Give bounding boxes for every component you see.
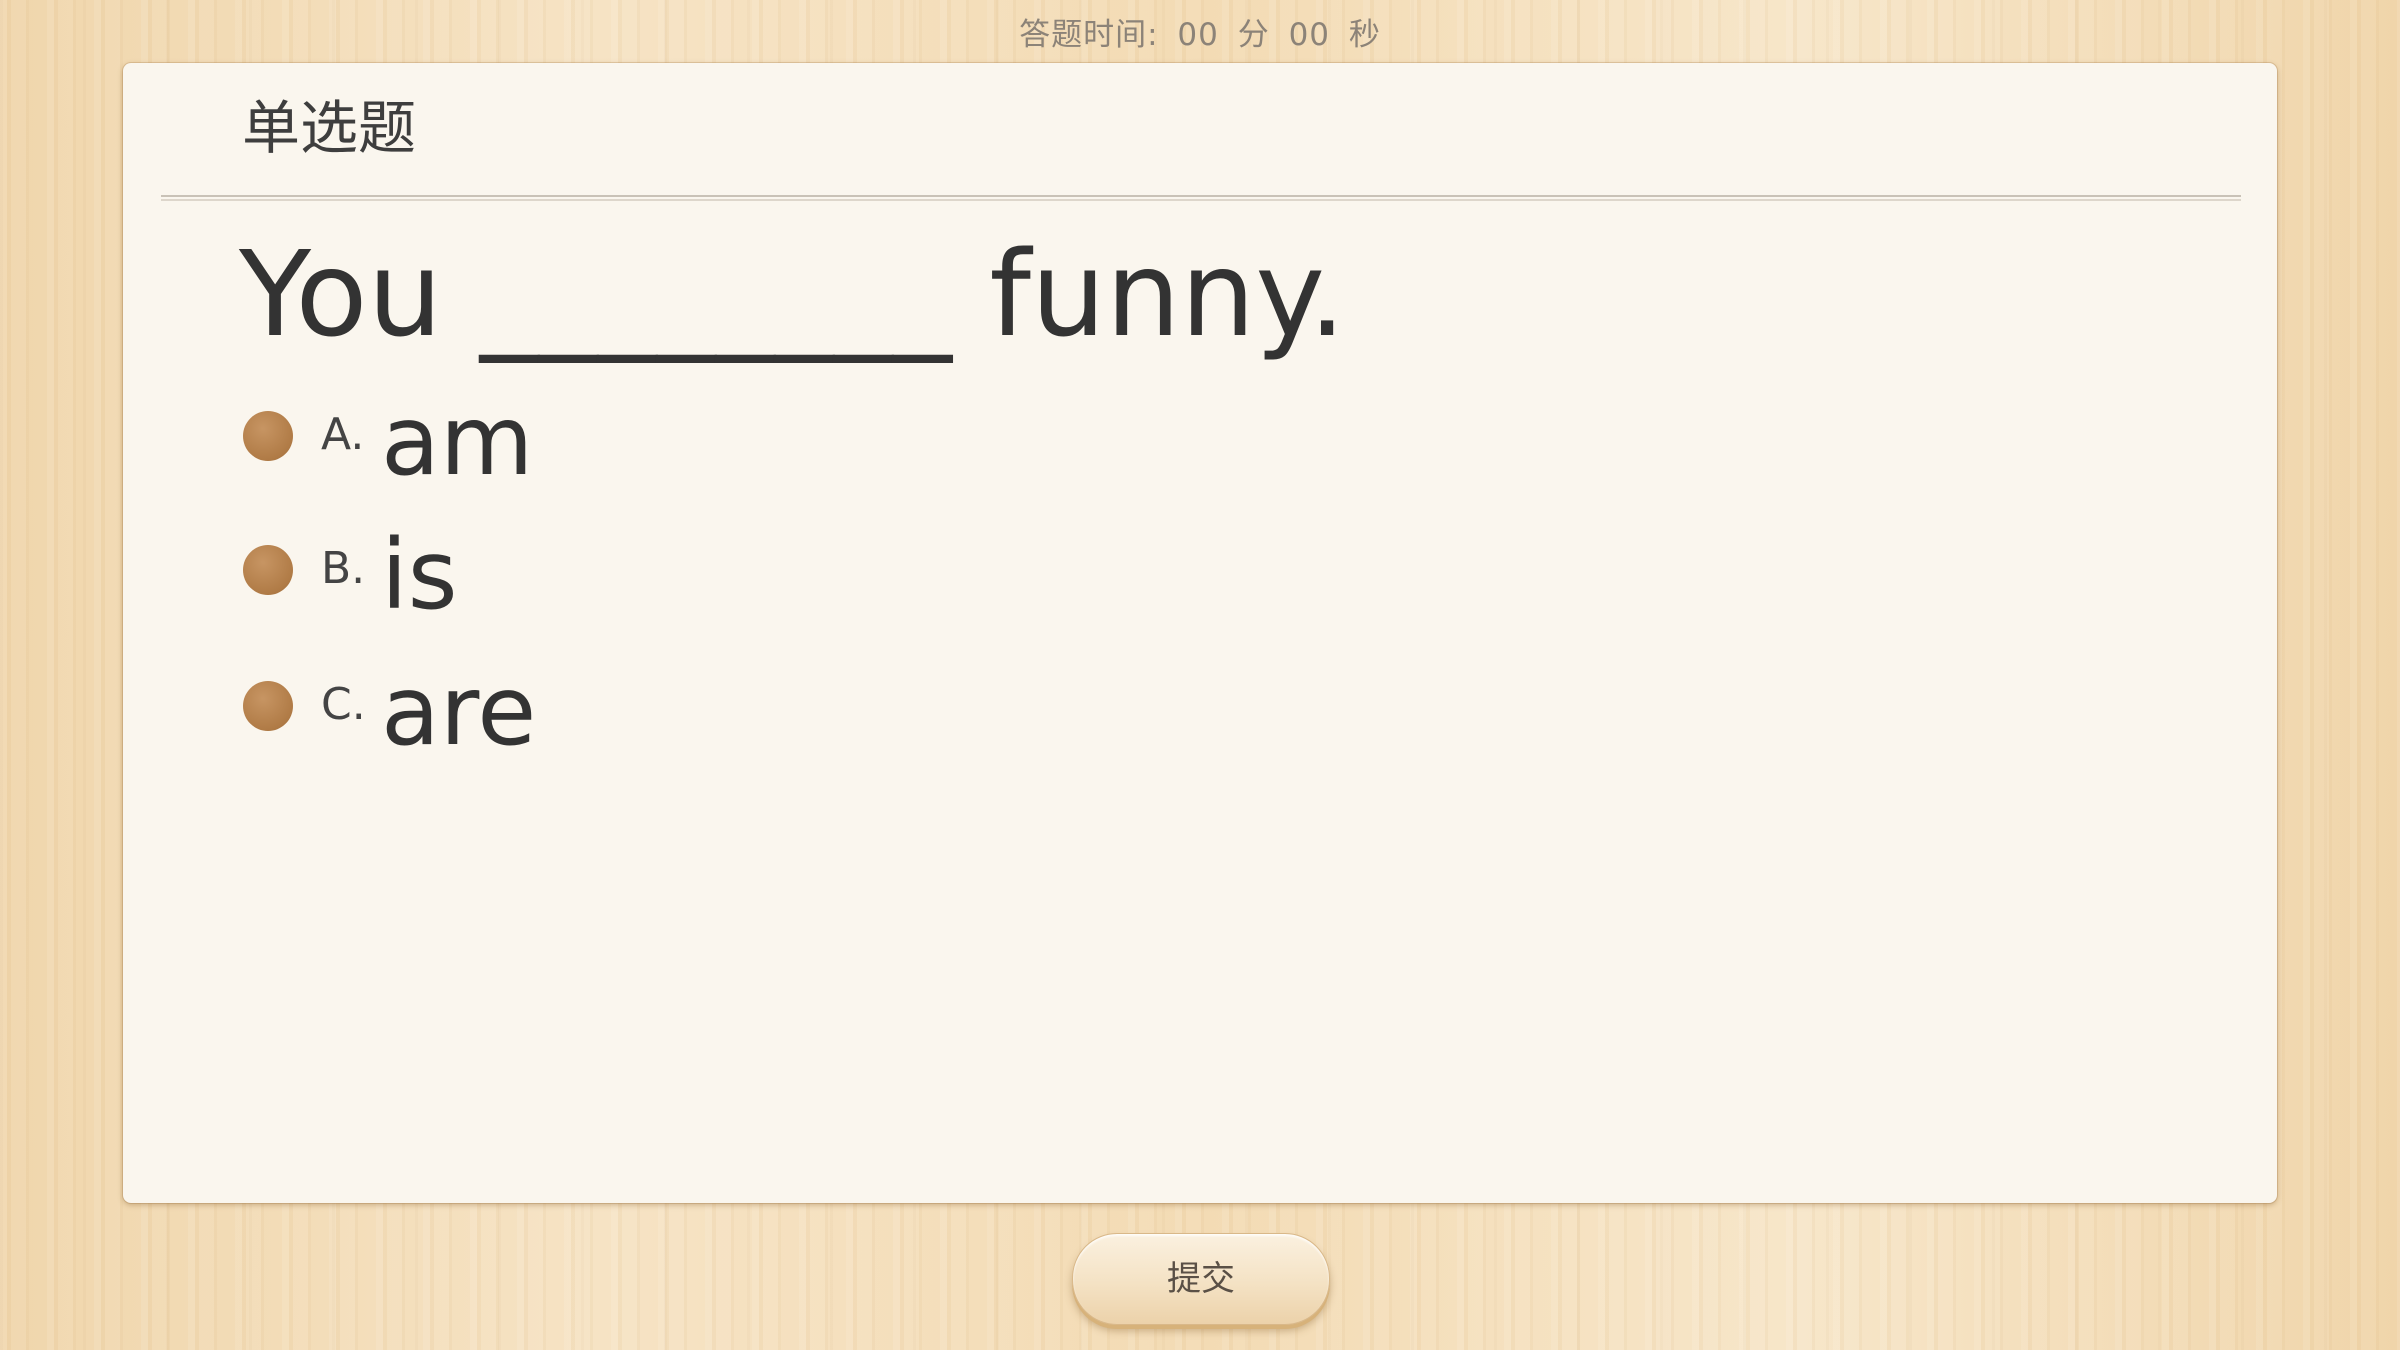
question-card: 单选题 You ________ funny. A. am B. is C. a… [123, 63, 2277, 1203]
question-text: You ________ funny. [239, 225, 1346, 363]
radio-icon[interactable] [243, 411, 293, 461]
option-letter: C. [321, 679, 366, 730]
option-letter: A. [321, 409, 365, 460]
question-type-title: 单选题 [242, 94, 417, 162]
option-c[interactable]: C. are [243, 663, 943, 773]
timer-label: 答题时间: [1019, 17, 1159, 53]
radio-icon[interactable] [243, 681, 293, 731]
option-letter: B. [321, 543, 366, 594]
title-divider [161, 195, 2241, 201]
option-text: am [381, 385, 534, 497]
timer-seconds-unit: 秒 [1348, 17, 1381, 53]
option-text: are [381, 655, 537, 767]
option-b[interactable]: B. is [243, 527, 943, 637]
timer-seconds: 00 [1288, 17, 1331, 53]
timer-minutes-unit: 分 [1237, 17, 1270, 53]
option-text: is [381, 519, 458, 631]
answer-timer: 答题时间: 00 分 00 秒 [0, 9, 2400, 54]
option-a[interactable]: A. am [243, 393, 943, 503]
radio-icon[interactable] [243, 545, 293, 595]
timer-minutes: 00 [1177, 17, 1219, 53]
submit-button[interactable]: 提交 [1072, 1233, 1330, 1325]
